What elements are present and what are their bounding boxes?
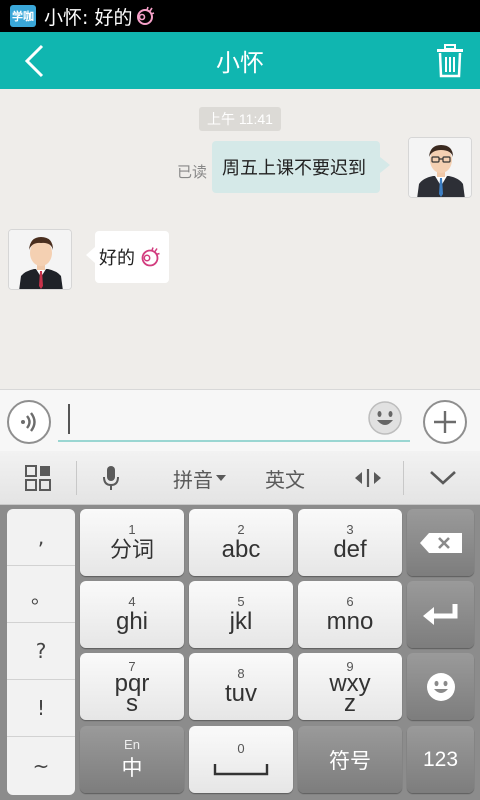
ok-hand-icon xyxy=(139,246,161,268)
toolbar-divider xyxy=(76,461,77,495)
key-label: tuv xyxy=(224,679,257,707)
hide-keyboard-button[interactable] xyxy=(405,451,480,505)
key-9[interactable]: 9 wxy z xyxy=(298,653,402,720)
backspace-key[interactable] xyxy=(407,509,474,576)
delete-button[interactable] xyxy=(432,42,468,80)
chevron-down-icon xyxy=(429,471,456,485)
key-label: z xyxy=(344,689,356,717)
pinyin-label: 拼音 xyxy=(173,467,213,492)
text-caret xyxy=(68,404,70,434)
voice-input-button[interactable] xyxy=(7,400,51,444)
keyboard-voice-button[interactable] xyxy=(80,451,142,505)
key-number: 5 xyxy=(237,593,245,609)
key-number: 1 xyxy=(128,521,136,537)
ok-hand-icon xyxy=(135,6,155,26)
message-text: 好的 xyxy=(99,248,135,269)
key-label: 符号 xyxy=(329,748,371,773)
symbol-key[interactable]: ~ xyxy=(7,737,75,794)
key-number: 6 xyxy=(346,593,354,609)
notification-text: 小怀: 好的 xyxy=(44,6,133,29)
chat-header: 小怀 xyxy=(0,32,480,89)
key-label: 分词 xyxy=(109,536,154,562)
enter-icon xyxy=(422,603,457,625)
key-small-label: En xyxy=(124,736,140,752)
cursor-arrows-icon xyxy=(355,469,381,487)
key-label: def xyxy=(333,535,367,563)
key-1[interactable]: 1 分词 xyxy=(80,509,184,576)
key-2[interactable]: 2 abc xyxy=(189,509,293,576)
student-avatar-icon xyxy=(9,230,71,289)
key-number: 4 xyxy=(128,593,136,609)
key-4[interactable]: 4 ghi xyxy=(80,581,184,648)
key-number: 3 xyxy=(346,521,354,537)
space-icon xyxy=(213,763,269,775)
symbol-key[interactable]: ! xyxy=(7,680,75,737)
app-logo: 学咖 xyxy=(10,5,36,27)
sent-message-bubble[interactable]: 周五上课不要迟到 xyxy=(212,141,390,193)
symbols-key[interactable]: 符号 xyxy=(298,726,402,793)
key-number: 8 xyxy=(237,665,245,681)
message-input-bar xyxy=(0,389,480,451)
teacher-avatar-icon xyxy=(409,138,471,197)
more-options-button[interactable] xyxy=(423,400,467,444)
caret-down-icon xyxy=(216,475,226,481)
key-7[interactable]: 7 pqr s xyxy=(80,653,184,720)
key-label: 中 xyxy=(121,755,143,780)
keyboard-toolbar: 拼音 英文 xyxy=(0,451,480,505)
numbers-key[interactable]: 123 xyxy=(407,726,474,793)
microphone-icon xyxy=(103,466,119,490)
smiley-icon xyxy=(368,401,402,435)
key-6[interactable]: 6 mno xyxy=(298,581,402,648)
symbol-column: , 。 ? ! ~ xyxy=(7,509,75,795)
cursor-move-button[interactable] xyxy=(338,451,398,505)
keyboard: , 。 ? ! ~ 1 分词 2 abc 3 def 4 ghi 5 jkl 6… xyxy=(0,505,480,800)
grid-icon xyxy=(25,465,51,491)
english-label: 英文 xyxy=(265,467,305,492)
symbol-key[interactable]: 。 xyxy=(7,566,75,623)
voice-icon xyxy=(21,412,36,432)
back-button[interactable] xyxy=(14,42,54,80)
symbol-key[interactable]: , xyxy=(7,509,75,566)
message-input[interactable] xyxy=(58,396,410,442)
chevron-left-icon xyxy=(24,44,44,78)
emoji-key[interactable] xyxy=(407,653,474,720)
key-label: jkl xyxy=(229,607,253,635)
received-message-bubble[interactable]: 好的 xyxy=(86,231,169,283)
read-status: 已读 xyxy=(177,163,208,181)
trash-icon xyxy=(437,44,463,78)
backspace-icon xyxy=(419,532,462,553)
enter-key[interactable] xyxy=(407,581,474,648)
status-bar: 学咖 小怀: 好的 xyxy=(0,0,480,32)
key-label: s xyxy=(126,689,138,717)
plus-icon xyxy=(434,411,456,433)
pinyin-mode-button[interactable]: 拼音 xyxy=(160,451,240,505)
key-label: ghi xyxy=(115,607,149,635)
smiley-icon xyxy=(426,672,455,701)
key-label: 123 xyxy=(422,747,459,771)
key-8[interactable]: 8 tuv xyxy=(189,653,293,720)
key-label: mno xyxy=(326,607,374,635)
page-title: 小怀 xyxy=(216,49,264,77)
emoji-button[interactable] xyxy=(367,400,403,436)
message-text: 周五上课不要迟到 xyxy=(222,158,366,179)
language-switch-key[interactable]: En 中 xyxy=(80,726,184,793)
english-mode-button[interactable]: 英文 xyxy=(248,451,322,505)
toolbar-divider xyxy=(403,461,404,495)
key-number: 2 xyxy=(237,521,245,537)
chat-area: 上午 11:41 已读 周五上课不要迟到 好的 xyxy=(0,89,480,389)
space-key[interactable]: 0 xyxy=(189,726,293,793)
keyboard-menu-button[interactable] xyxy=(0,451,76,505)
message-timestamp: 上午 11:41 xyxy=(199,107,281,131)
avatar[interactable] xyxy=(8,229,72,290)
key-3[interactable]: 3 def xyxy=(298,509,402,576)
key-number: 0 xyxy=(237,740,245,756)
key-label: abc xyxy=(221,535,261,563)
symbol-key[interactable]: ? xyxy=(7,623,75,680)
key-5[interactable]: 5 jkl xyxy=(189,581,293,648)
notification-preview: 小怀: 好的 xyxy=(44,3,155,30)
avatar[interactable] xyxy=(408,137,472,198)
